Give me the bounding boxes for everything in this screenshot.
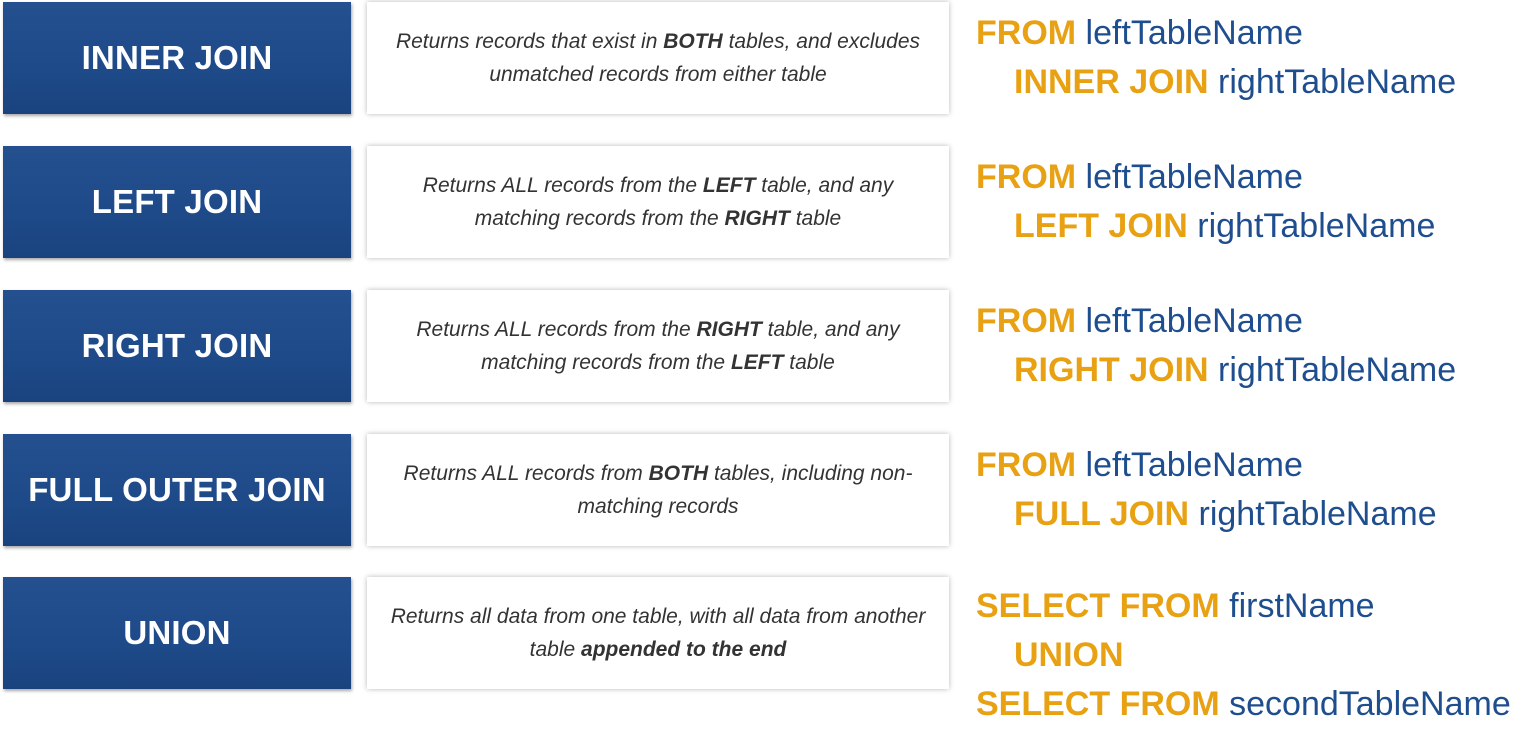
sql-line: RIGHT JOIN rightTableName bbox=[1014, 351, 1457, 389]
sql-line: INNER JOIN rightTableName bbox=[1014, 63, 1457, 101]
join-description-box: Returns all data from one table, with al… bbox=[367, 577, 949, 689]
join-description: Returns records that exist in BOTH table… bbox=[395, 30, 921, 86]
sql-line: FROM leftTableName bbox=[976, 158, 1303, 196]
join-type-label-box: INNER JOIN bbox=[3, 2, 351, 114]
join-description: Returns ALL records from the LEFT table,… bbox=[422, 174, 894, 230]
sql-syntax: FROM leftTableName INNER JOIN rightTable… bbox=[976, 9, 1456, 107]
join-description: Returns ALL records from the RIGHT table… bbox=[416, 318, 900, 374]
join-description-box: Returns ALL records from BOTH tables, in… bbox=[367, 434, 949, 546]
join-type-label-box: LEFT JOIN bbox=[3, 146, 351, 258]
sql-line: FROM leftTableName bbox=[976, 446, 1303, 484]
sql-line: LEFT JOIN rightTableName bbox=[1014, 207, 1436, 245]
join-row-left: LEFT JOIN Returns ALL records from the L… bbox=[0, 146, 1527, 258]
sql-syntax: FROM leftTableName FULL JOIN rightTableN… bbox=[976, 441, 1437, 539]
join-row-inner: INNER JOIN Returns records that exist in… bbox=[0, 2, 1527, 114]
join-type-label: LEFT JOIN bbox=[91, 183, 263, 220]
join-type-label: FULL OUTER JOIN bbox=[28, 471, 326, 508]
sql-syntax: FROM leftTableName RIGHT JOIN rightTable… bbox=[976, 297, 1456, 395]
join-description-box: Returns ALL records from the LEFT table,… bbox=[367, 146, 949, 258]
sql-line: FROM leftTableName bbox=[976, 302, 1303, 340]
sql-line: UNION bbox=[1014, 636, 1124, 674]
sql-syntax: FROM leftTableName LEFT JOIN rightTableN… bbox=[976, 153, 1435, 251]
join-type-label: UNION bbox=[123, 614, 231, 651]
join-description: Returns ALL records from BOTH tables, in… bbox=[403, 462, 913, 518]
join-row-right: RIGHT JOIN Returns ALL records from the … bbox=[0, 290, 1527, 402]
sql-line: FROM leftTableName bbox=[976, 14, 1303, 52]
join-type-label: INNER JOIN bbox=[81, 39, 273, 76]
sql-line: FULL JOIN rightTableName bbox=[1014, 495, 1437, 533]
sql-line: SELECT FROM secondTableName bbox=[976, 685, 1511, 723]
join-type-label-box: FULL OUTER JOIN bbox=[3, 434, 351, 546]
sql-syntax: SELECT FROM firstName UNION SELECT FROM … bbox=[976, 582, 1511, 729]
join-type-label-box: UNION bbox=[3, 577, 351, 689]
join-row-full-outer: FULL OUTER JOIN Returns ALL records from… bbox=[0, 434, 1527, 546]
join-row-union: UNION Returns all data from one table, w… bbox=[0, 577, 1527, 723]
join-type-label: RIGHT JOIN bbox=[81, 327, 273, 364]
join-description-box: Returns ALL records from the RIGHT table… bbox=[367, 290, 949, 402]
join-type-label-box: RIGHT JOIN bbox=[3, 290, 351, 402]
join-description-box: Returns records that exist in BOTH table… bbox=[367, 2, 949, 114]
sql-line: SELECT FROM firstName bbox=[976, 587, 1375, 625]
join-description: Returns all data from one table, with al… bbox=[390, 605, 926, 661]
